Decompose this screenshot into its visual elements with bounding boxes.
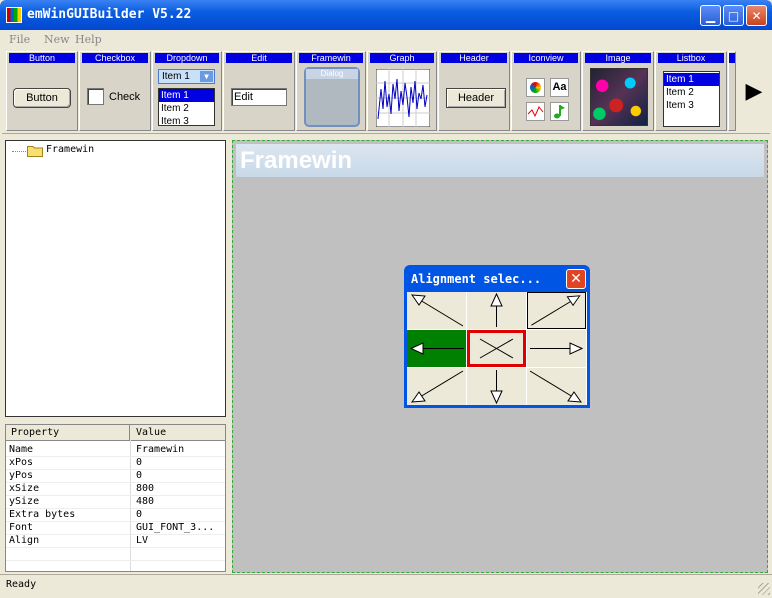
listbox-item: Item 2 <box>666 87 694 98</box>
table-row[interactable]: Font GUI_FONT_3... <box>6 521 225 535</box>
align-bottom-right[interactable] <box>527 368 586 405</box>
title-bar[interactable]: emWinGUIBuilder V5.22 ▁ □ ✕ <box>0 0 772 30</box>
menu-help[interactable]: Help <box>75 33 102 46</box>
dropdown-value: Item 1 <box>162 71 190 82</box>
maximize-button[interactable]: □ <box>723 5 744 26</box>
tool-header-label: Header <box>441 53 507 63</box>
app-icon <box>6 7 22 23</box>
palette-icon <box>526 78 545 97</box>
arrow-right-icon: ▶ <box>745 78 763 104</box>
tool-framewin-label: Framewin <box>299 53 363 63</box>
checkbox-box <box>87 88 104 105</box>
listbox-item: Item 1 <box>664 73 719 86</box>
alignment-grid <box>407 292 587 405</box>
tool-checkbox-label: Checkbox <box>82 53 148 63</box>
dropdown-item: Item 1 <box>159 89 214 102</box>
tool-next-partial[interactable] <box>728 51 736 131</box>
image-preview <box>590 68 648 126</box>
folder-icon <box>27 146 43 157</box>
close-icon: ✕ <box>570 271 582 287</box>
resize-grip[interactable] <box>758 583 770 595</box>
tool-framewin[interactable]: Framewin Dialog <box>296 51 366 131</box>
edit-preview: Edit <box>231 88 287 106</box>
table-row[interactable]: Align LV <box>6 534 225 548</box>
window-title: emWinGUIBuilder V5.22 <box>27 7 192 22</box>
align-center[interactable] <box>467 330 526 367</box>
properties-table: Property Value Name Framewin xPos 0 yPos 0 … <box>5 424 226 574</box>
dropdown-item: Item 2 <box>161 103 189 114</box>
dropdown-field: Item 1 ▼ <box>158 69 215 84</box>
tool-header[interactable]: Header Header <box>438 51 510 131</box>
menu-new[interactable]: New <box>44 33 70 46</box>
column-property: Property <box>11 427 60 438</box>
table-row[interactable]: ySize 480 <box>6 495 225 509</box>
align-bottom-center[interactable] <box>467 368 526 405</box>
tool-edit-label: Edit <box>226 53 292 63</box>
tool-listbox[interactable]: Listbox Item 1 Item 2 Item 3 <box>655 51 727 131</box>
dialog-close-button[interactable]: ✕ <box>566 269 586 289</box>
tool-button-label: Button <box>9 53 75 63</box>
dropdown-list: Item 1 Item 2 Item 3 <box>158 88 215 126</box>
widget-toolbar: Button Button Checkbox Check Dropdown It… <box>2 49 770 134</box>
framewin-preview: Dialog <box>304 67 360 127</box>
button-preview: Button <box>13 88 71 108</box>
listbox-preview: Item 1 Item 2 Item 3 <box>663 71 720 127</box>
menu-file[interactable]: File <box>9 33 30 46</box>
music-note-icon <box>550 102 569 121</box>
tool-button[interactable]: Button Button <box>6 51 78 131</box>
align-top-right[interactable] <box>527 292 586 329</box>
graph-preview-icon <box>376 69 430 127</box>
tool-iconview[interactable]: Iconview Aa <box>511 51 581 131</box>
align-bottom-left[interactable] <box>407 368 466 405</box>
table-row[interactable]: xSize 800 <box>6 482 225 496</box>
tool-graph[interactable]: Graph <box>367 51 437 131</box>
splitter[interactable] <box>228 136 231 574</box>
dropdown-item: Item 3 <box>161 116 189 126</box>
chart-icon <box>526 102 545 121</box>
maximize-icon: □ <box>727 8 740 23</box>
close-icon: ✕ <box>751 8 762 23</box>
checkbox-preview-label: Check <box>109 91 141 103</box>
align-top-center[interactable] <box>467 292 526 329</box>
chevron-down-icon: ▼ <box>200 71 213 82</box>
font-icon: Aa <box>550 78 569 97</box>
status-text: Ready <box>6 579 37 590</box>
table-row[interactable]: xPos 0 <box>6 456 225 470</box>
tool-dropdown-label: Dropdown <box>155 53 219 63</box>
tool-listbox-label: Listbox <box>658 53 724 63</box>
tool-image-label: Image <box>585 53 651 63</box>
table-row <box>6 547 225 561</box>
framewin-title-bar[interactable]: Framewin <box>236 144 764 177</box>
tool-edit[interactable]: Edit Edit <box>223 51 295 131</box>
properties-header: Property Value <box>6 425 225 441</box>
scroll-right-button[interactable]: ▶ <box>740 51 768 131</box>
menu-bar: File New Help <box>0 30 772 49</box>
column-value: Value <box>136 427 167 438</box>
minimize-button[interactable]: ▁ <box>700 5 721 26</box>
status-bar: Ready <box>0 574 772 598</box>
close-button[interactable]: ✕ <box>746 5 767 26</box>
tool-image[interactable]: Image <box>582 51 654 131</box>
tool-dropdown[interactable]: Dropdown Item 1 ▼ Item 1 Item 2 Item 3 <box>152 51 222 131</box>
header-preview: Header <box>446 88 506 108</box>
dialog-title: Alignment selec... <box>411 272 542 286</box>
align-middle-left[interactable] <box>407 330 466 367</box>
table-row[interactable]: yPos 0 <box>6 469 225 483</box>
listbox-item: Item 3 <box>666 100 694 111</box>
align-top-left[interactable] <box>407 292 466 329</box>
widget-tree: Framewin <box>5 140 226 417</box>
tree-item-framewin[interactable]: Framewin <box>46 144 94 155</box>
framewin-preview-caption: Dialog <box>306 69 358 79</box>
table-row[interactable]: Name Framewin <box>6 443 225 457</box>
table-row <box>6 560 225 574</box>
alignment-dialog[interactable]: Alignment selec... ✕ <box>404 265 590 408</box>
table-row[interactable]: Extra bytes 0 <box>6 508 225 522</box>
tool-graph-label: Graph <box>370 53 434 63</box>
minimize-icon: ▁ <box>705 8 716 23</box>
align-middle-right[interactable] <box>527 330 586 367</box>
tool-iconview-label: Iconview <box>514 53 578 63</box>
tool-checkbox[interactable]: Checkbox Check <box>79 51 151 131</box>
